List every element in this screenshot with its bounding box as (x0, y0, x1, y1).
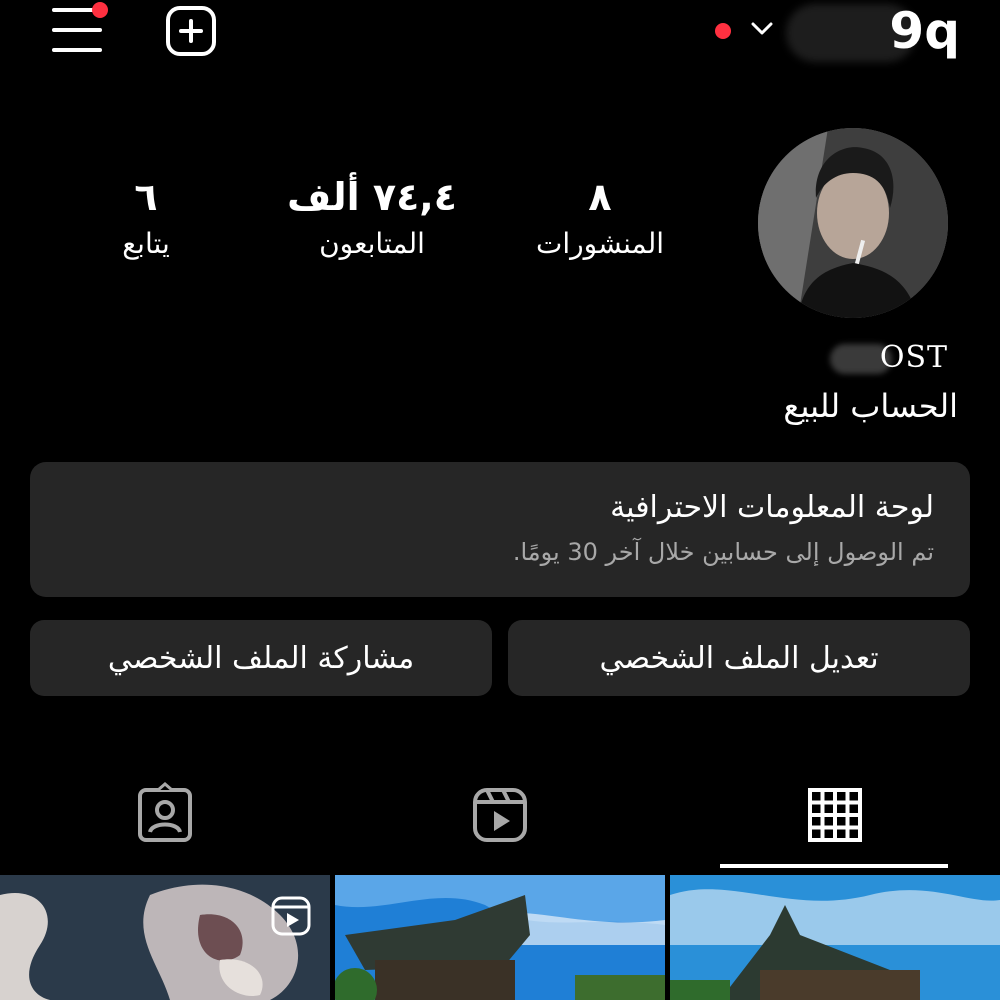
account-status-dot (715, 23, 731, 39)
reel-badge-icon (271, 896, 311, 936)
followers-label: المتابعون (319, 227, 425, 260)
posts-count: ٨ (588, 175, 612, 219)
posts-stat[interactable]: ٨ المنشورات (500, 175, 700, 260)
professional-dashboard[interactable]: لوحة المعلومات الاحترافية تم الوصول إلى … (30, 462, 970, 597)
followers-stat[interactable]: ٧٤,٤ ألف المتابعون (272, 175, 472, 260)
dashboard-title: لوحة المعلومات الاحترافية (610, 490, 934, 525)
username[interactable]: 9q (889, 2, 960, 60)
reels-icon[interactable] (465, 780, 535, 850)
display-name: OST (879, 340, 948, 375)
following-label: يتابع (122, 227, 170, 260)
post-thumbnail[interactable] (0, 875, 330, 1000)
followers-count: ٧٤,٤ ألف (287, 175, 457, 219)
notification-dot (92, 2, 108, 18)
dashboard-subtitle: تم الوصول إلى حسابين خلال آخر 30 يومًا. (512, 538, 934, 566)
tagged-icon[interactable] (130, 780, 200, 850)
menu-icon[interactable] (52, 2, 108, 52)
avatar[interactable] (758, 128, 948, 318)
share-profile-button[interactable]: مشاركة الملف الشخصي (30, 620, 492, 696)
avatar-photo (758, 128, 948, 318)
following-stat[interactable]: ٦ يتابع (46, 175, 246, 260)
grid-icon[interactable] (800, 780, 870, 850)
post-thumbnail[interactable] (670, 875, 1000, 1000)
bio-text: الحساب للبيع (783, 387, 958, 425)
active-tab-indicator (720, 864, 948, 868)
posts-label: المنشورات (535, 227, 665, 260)
post-thumbnail[interactable] (335, 875, 665, 1000)
following-count: ٦ (134, 175, 158, 219)
plus-square-icon[interactable] (166, 6, 216, 56)
edit-profile-button[interactable]: تعديل الملف الشخصي (508, 620, 970, 696)
chevron-down-icon[interactable] (748, 14, 776, 42)
